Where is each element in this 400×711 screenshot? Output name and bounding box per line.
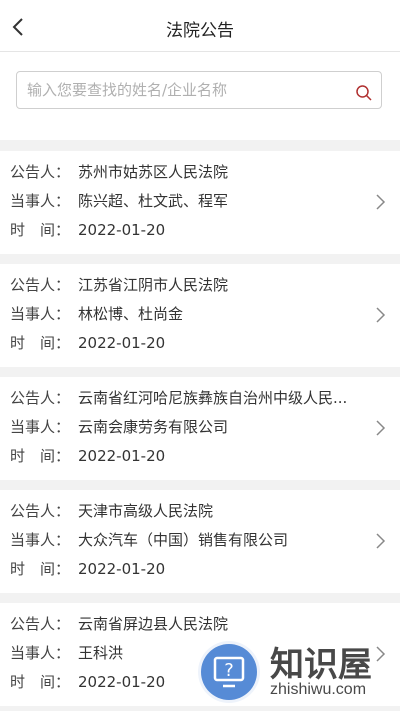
time-value: 2022-01-20: [78, 334, 166, 352]
announcer-value: 天津市高级人民法院: [78, 502, 214, 520]
party-label: 当事人：: [10, 192, 71, 210]
announcer-label: 公告人：: [10, 276, 71, 294]
time-value: 2022-01-20: [78, 221, 166, 239]
search-area: [0, 52, 400, 140]
party-value: 云南会康劳务有限公司: [78, 418, 229, 436]
chevron-right-icon: [374, 306, 388, 324]
time-label: 时 间：: [10, 447, 71, 465]
app-header: 法院公告: [0, 0, 400, 52]
chevron-right-icon: [374, 532, 388, 550]
announcer-value: 苏州市姑苏区人民法院: [78, 163, 229, 181]
time-label: 时 间：: [10, 221, 71, 239]
notice-card[interactable]: 公告人： 天津市高级人民法院 当事人： 大众汽车（中国）销售有限公司 时 间： 202…: [0, 490, 400, 593]
announcer-value: 云南省屏边县人民法院: [78, 615, 229, 633]
announcer-label: 公告人：: [10, 502, 71, 520]
party-value: 林松博、杜尚金: [78, 305, 184, 323]
chevron-right-icon: [374, 645, 388, 663]
announcer-label: 公告人：: [10, 615, 71, 633]
time-label: 时 间：: [10, 673, 71, 691]
notice-card[interactable]: 公告人： 苏州市姑苏区人民法院 当事人： 陈兴超、杜文武、程军 时 间： 2022-0…: [0, 151, 400, 254]
party-label: 当事人：: [10, 644, 71, 662]
chevron-right-icon: [374, 419, 388, 437]
search-input[interactable]: [17, 72, 337, 108]
search-box[interactable]: [16, 71, 382, 109]
announcer-label: 公告人：: [10, 163, 71, 181]
party-value: 陈兴超、杜文武、程军: [78, 192, 229, 210]
time-value: 2022-01-20: [78, 560, 166, 578]
party-value: 王科洪: [78, 644, 124, 662]
time-label: 时 间：: [10, 334, 71, 352]
page-title: 法院公告: [166, 21, 234, 41]
chevron-right-icon: [374, 193, 388, 211]
party-label: 当事人：: [10, 531, 71, 549]
announcer-label: 公告人：: [10, 389, 71, 407]
announcer-value: 江苏省江阴市人民法院: [78, 276, 229, 294]
party-label: 当事人：: [10, 418, 71, 436]
announcer-value: 云南省红河哈尼族彝族自治州中级人民...: [78, 389, 348, 407]
time-value: 2022-01-20: [78, 447, 166, 465]
notice-card[interactable]: 公告人： 云南省屏边县人民法院 当事人： 王科洪 时 间： 2022-01-20: [0, 603, 400, 706]
party-value: 大众汽车（中国）销售有限公司: [78, 531, 289, 549]
notice-list: 公告人： 苏州市姑苏区人民法院 当事人： 陈兴超、杜文武、程军 时 间： 2022-0…: [0, 151, 400, 706]
notice-card[interactable]: 公告人： 江苏省江阴市人民法院 当事人： 林松博、杜尚金 时 间： 2022-01-2…: [0, 264, 400, 367]
party-label: 当事人：: [10, 305, 71, 323]
time-value: 2022-01-20: [78, 673, 166, 691]
search-icon[interactable]: [355, 84, 373, 102]
time-label: 时 间：: [10, 560, 71, 578]
notice-card[interactable]: 公告人： 云南省红河哈尼族彝族自治州中级人民... 当事人： 云南会康劳务有限公司 …: [0, 377, 400, 480]
